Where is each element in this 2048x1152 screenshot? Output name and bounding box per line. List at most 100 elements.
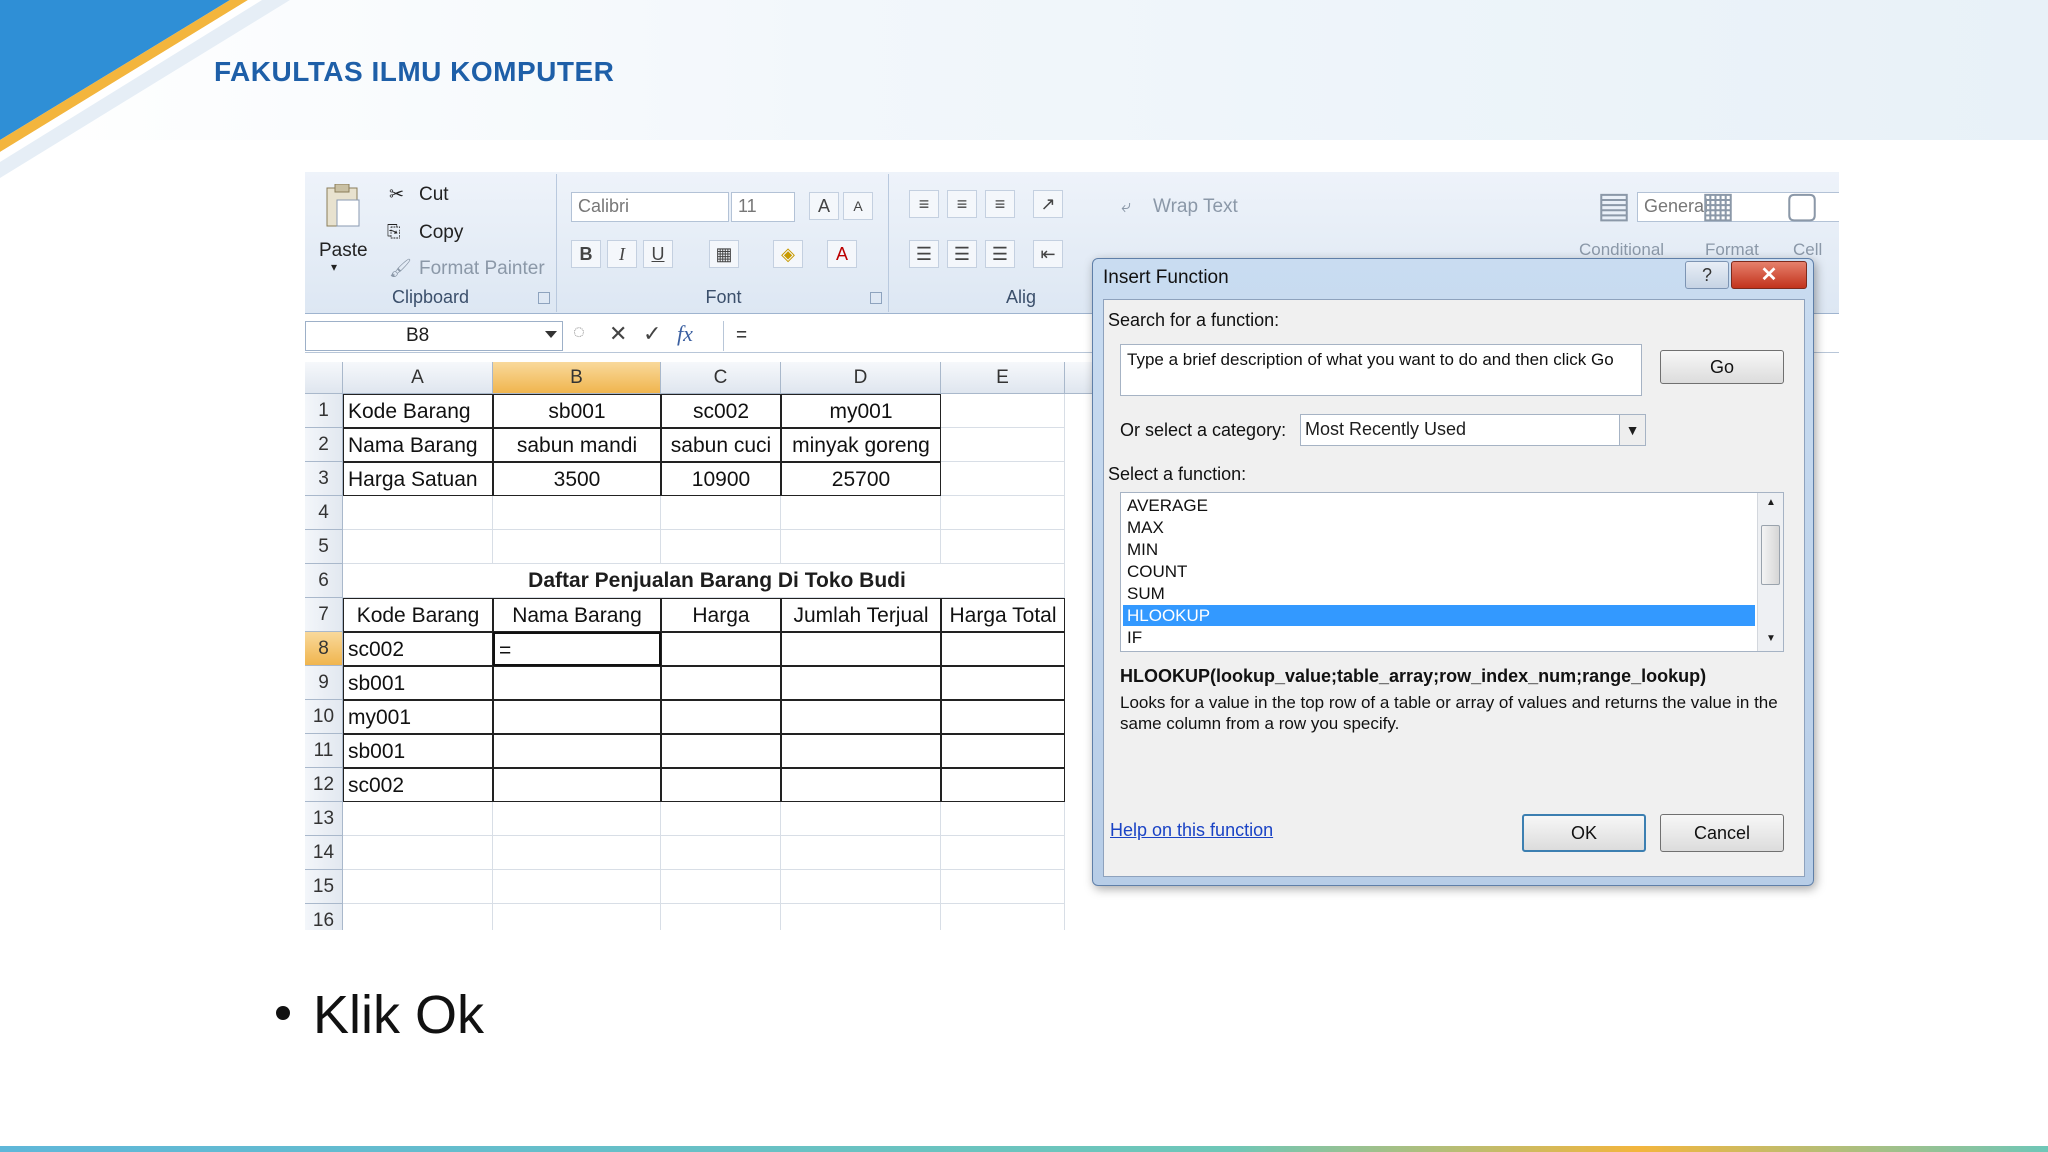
table-cell[interactable]: [493, 734, 661, 768]
row-header[interactable]: 16: [305, 904, 343, 930]
header-harga-total[interactable]: Harga Total: [941, 598, 1065, 632]
grid-cell[interactable]: [661, 904, 781, 930]
grid-cell[interactable]: [941, 428, 1065, 462]
column-header-c[interactable]: C: [661, 362, 781, 394]
insert-function-icon[interactable]: fx: [677, 321, 693, 347]
name-box-dropdown-icon[interactable]: [545, 331, 557, 338]
align-right-icon[interactable]: ☰: [985, 240, 1015, 268]
grid-cell[interactable]: [661, 870, 781, 904]
function-list[interactable]: AVERAGE MAX MIN COUNT SUM HLOOKUP IF ▲ ▼: [1120, 492, 1784, 652]
table-cell[interactable]: [941, 700, 1065, 734]
paste-label[interactable]: Paste: [319, 240, 368, 262]
grid-cell[interactable]: [343, 870, 493, 904]
row-header[interactable]: 2: [305, 428, 343, 462]
table-cell[interactable]: [493, 666, 661, 700]
cut-button[interactable]: Cut: [419, 184, 449, 206]
list-item[interactable]: SUM: [1123, 583, 1755, 604]
grid-cell[interactable]: [343, 530, 493, 564]
help-on-function-link[interactable]: Help on this function: [1110, 820, 1273, 841]
grid-cell[interactable]: [343, 802, 493, 836]
copy-icon[interactable]: ⎘: [387, 222, 401, 242]
cell-a2[interactable]: Nama Barang: [343, 428, 493, 462]
header-harga[interactable]: Harga: [661, 598, 781, 632]
conditional-formatting-icon[interactable]: ▤: [1597, 184, 1631, 226]
cancel-button[interactable]: Cancel: [1660, 814, 1784, 852]
cell-b1[interactable]: sb001: [493, 394, 661, 428]
scroll-up-icon[interactable]: ▲: [1766, 497, 1776, 508]
sales-table-title[interactable]: Daftar Penjualan Barang Di Toko Budi: [493, 564, 941, 598]
row-header[interactable]: 7: [305, 598, 343, 632]
name-box[interactable]: B8: [305, 321, 563, 351]
format-painter-button[interactable]: Format Painter: [419, 258, 545, 280]
row-header[interactable]: 10: [305, 700, 343, 734]
table-cell[interactable]: [661, 700, 781, 734]
copy-button[interactable]: Copy: [419, 222, 463, 244]
orientation-icon[interactable]: ↗: [1033, 190, 1063, 218]
cell-a1[interactable]: Kode Barang: [343, 394, 493, 428]
search-function-input[interactable]: Type a brief description of what you wan…: [1120, 344, 1642, 396]
row-header[interactable]: 13: [305, 802, 343, 836]
cancel-formula-icon[interactable]: ✕: [609, 321, 627, 347]
fill-color-icon[interactable]: ◈: [773, 240, 803, 268]
scissors-icon[interactable]: ✂: [389, 184, 404, 205]
row-header[interactable]: 8: [305, 632, 343, 666]
list-item[interactable]: MAX: [1123, 517, 1755, 538]
align-left-icon[interactable]: ☰: [909, 240, 939, 268]
table-cell[interactable]: [493, 700, 661, 734]
function-list-scrollbar[interactable]: ▲ ▼: [1757, 493, 1783, 651]
cell-d1[interactable]: my001: [781, 394, 941, 428]
table-row-code[interactable]: sc002: [343, 632, 493, 666]
wrap-text-icon[interactable]: ⤶: [1121, 196, 1131, 217]
conditional-formatting-button[interactable]: Conditional: [1579, 240, 1664, 260]
table-cell[interactable]: [661, 632, 781, 666]
grid-cell[interactable]: [493, 870, 661, 904]
list-item[interactable]: IF: [1123, 627, 1755, 648]
table-row-code[interactable]: sc002: [343, 768, 493, 802]
wrap-text-button[interactable]: Wrap Text: [1153, 196, 1238, 218]
scroll-down-icon[interactable]: ▼: [1766, 633, 1776, 644]
align-bottom-icon[interactable]: ≡: [985, 190, 1015, 218]
table-cell[interactable]: [941, 666, 1065, 700]
grow-font-icon[interactable]: A: [809, 192, 839, 220]
table-cell[interactable]: [941, 734, 1065, 768]
header-nama-barang[interactable]: Nama Barang: [493, 598, 661, 632]
column-header-b[interactable]: B: [493, 362, 661, 394]
go-button[interactable]: Go: [1660, 350, 1784, 384]
table-cell[interactable]: [781, 700, 941, 734]
grid-cell[interactable]: [343, 836, 493, 870]
grid-cell[interactable]: [661, 530, 781, 564]
grid-cell[interactable]: [941, 394, 1065, 428]
cell-styles-icon[interactable]: ▢: [1785, 184, 1819, 226]
paste-dropdown-icon[interactable]: ▾: [331, 260, 337, 274]
grid-cell[interactable]: [781, 496, 941, 530]
grid-cell[interactable]: [343, 904, 493, 930]
grid-cell[interactable]: [941, 870, 1065, 904]
table-cell[interactable]: [781, 768, 941, 802]
grid-cell[interactable]: [661, 496, 781, 530]
table-cell[interactable]: [781, 666, 941, 700]
row-header[interactable]: 6: [305, 564, 343, 598]
grid-cell[interactable]: [493, 802, 661, 836]
row-header[interactable]: 3: [305, 462, 343, 496]
cell-d3[interactable]: 25700: [781, 462, 941, 496]
table-cell[interactable]: [493, 768, 661, 802]
cell-c2[interactable]: sabun cuci: [661, 428, 781, 462]
table-row-code[interactable]: sb001: [343, 666, 493, 700]
cell-styles-button[interactable]: Cell: [1793, 240, 1822, 260]
row-header[interactable]: 5: [305, 530, 343, 564]
row-header[interactable]: 12: [305, 768, 343, 802]
font-family-select[interactable]: Calibri: [571, 192, 729, 222]
formula-bar-handle-icon[interactable]: ◌: [573, 321, 585, 344]
font-size-select[interactable]: 11: [731, 192, 795, 222]
shrink-font-icon[interactable]: A: [843, 192, 873, 220]
format-as-table-icon[interactable]: ▦: [1701, 184, 1735, 226]
grid-cell[interactable]: [941, 836, 1065, 870]
column-header-e[interactable]: E: [941, 362, 1065, 394]
column-header-a[interactable]: A: [343, 362, 493, 394]
grid-cell[interactable]: [941, 462, 1065, 496]
row-header[interactable]: 11: [305, 734, 343, 768]
cell-c3[interactable]: 10900: [661, 462, 781, 496]
row-header[interactable]: 1: [305, 394, 343, 428]
table-cell[interactable]: [941, 632, 1065, 666]
grid-cell[interactable]: [941, 904, 1065, 930]
